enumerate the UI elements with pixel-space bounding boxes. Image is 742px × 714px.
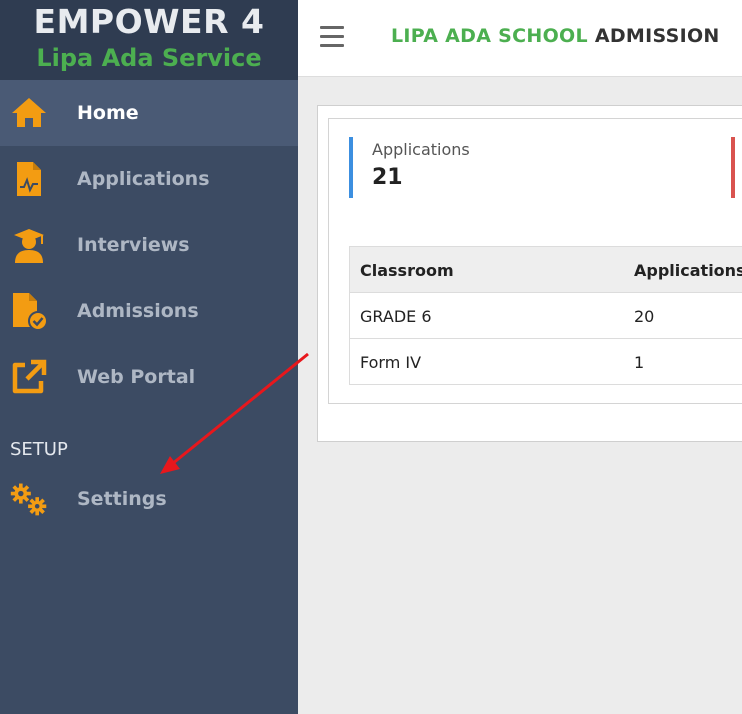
graduate-icon	[9, 225, 49, 265]
table-row: GRADE 6 20	[350, 293, 742, 339]
table-cell-classroom: Form IV	[360, 353, 422, 372]
document-chart-icon	[9, 159, 49, 199]
sidebar-item-interviews[interactable]: Interviews	[0, 212, 298, 278]
page-title-school: LIPA ADA SCHOOL	[391, 25, 588, 47]
stat-value: 21	[372, 165, 403, 190]
sidebar-item-web-portal[interactable]: Web Portal	[0, 344, 298, 410]
table-cell-applications: 1	[634, 353, 645, 372]
sidebar-item-label: Web Portal	[77, 366, 196, 388]
table-cell-applications: 20	[634, 307, 655, 326]
brand-title: EMPOWER 4	[33, 2, 265, 41]
classroom-table: Classroom Applications GRADE 6 20 Form I…	[349, 246, 742, 385]
sidebar-item-home[interactable]: Home	[0, 80, 298, 146]
stat-card-partial	[731, 137, 735, 198]
table-cell-classroom: GRADE 6	[360, 307, 432, 326]
sidebar-item-label: Settings	[77, 488, 167, 510]
page-title: LIPA ADA SCHOOL ADMISSION	[391, 25, 720, 47]
stat-card-applications: Applications 21	[349, 137, 470, 198]
hamburger-menu-icon[interactable]	[320, 26, 344, 48]
section-label-setup: SETUP	[10, 439, 68, 460]
stat-label: Applications	[372, 140, 470, 159]
sidebar-item-applications[interactable]: Applications	[0, 146, 298, 212]
gears-icon	[9, 479, 49, 519]
brand-header: EMPOWER 4 Lipa Ada Service	[0, 0, 298, 80]
column-header-classroom: Classroom	[360, 261, 454, 280]
table-row: Form IV 1	[350, 339, 742, 385]
file-check-icon	[9, 291, 49, 331]
external-link-icon	[9, 357, 49, 397]
sidebar: EMPOWER 4 Lipa Ada Service Home Applicat…	[0, 0, 298, 714]
sidebar-item-settings[interactable]: Settings	[0, 466, 298, 532]
top-bar: LIPA ADA SCHOOL ADMISSION	[298, 0, 742, 77]
sidebar-item-label: Interviews	[77, 234, 190, 256]
column-header-applications: Applications	[634, 261, 742, 280]
sidebar-item-label: Admissions	[77, 300, 199, 322]
page-title-admission: ADMISSION	[594, 25, 720, 47]
home-icon	[9, 93, 49, 133]
sidebar-item-label: Home	[77, 102, 139, 124]
sidebar-item-label: Applications	[77, 168, 210, 190]
table-header-row: Classroom Applications	[350, 247, 742, 293]
sidebar-item-admissions[interactable]: Admissions	[0, 278, 298, 344]
brand-subtitle: Lipa Ada Service	[36, 44, 262, 72]
